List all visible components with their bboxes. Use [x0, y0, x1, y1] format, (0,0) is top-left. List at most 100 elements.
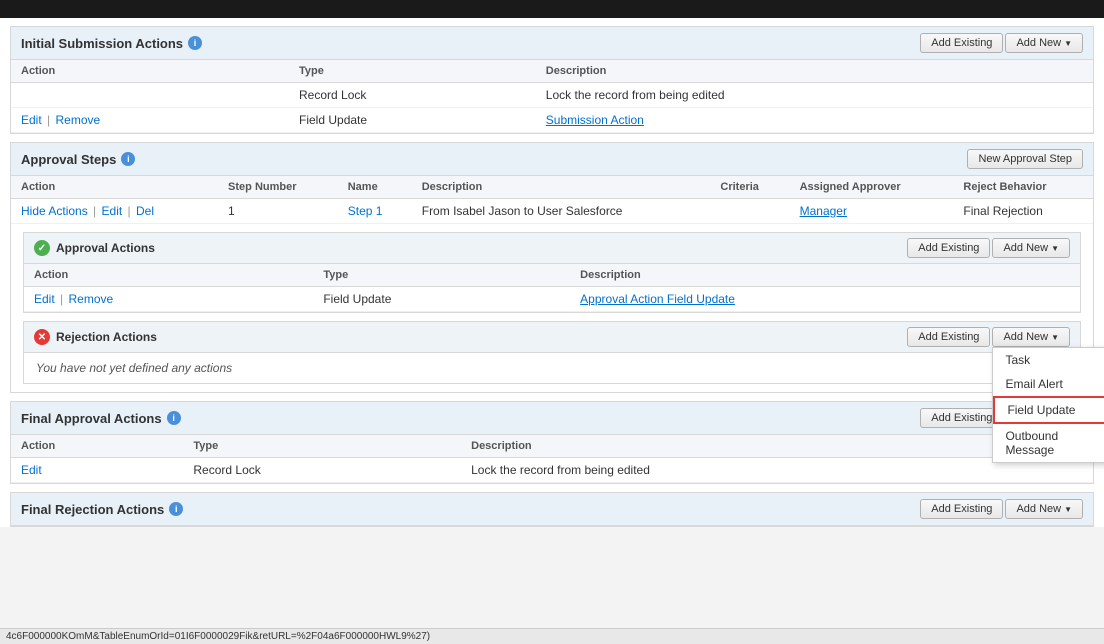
rejection-add-new-dropdown-menu: Task Email Alert Field Update Outbound M… [992, 347, 1104, 463]
edit-link[interactable]: Edit [21, 113, 42, 127]
rejection-actions-header: ✕ Rejection Actions Add Existing Add New… [24, 322, 1080, 353]
initial-submission-add-new-button[interactable]: Add New ▼ [1005, 33, 1083, 53]
row-action: Edit | Remove [24, 287, 313, 312]
final-rejection-add-new-label: Add New [1016, 503, 1061, 515]
approval-steps-table: Action Step Number Name Description Crit… [11, 176, 1093, 224]
initial-submission-add-existing-button[interactable]: Add Existing [920, 33, 1003, 53]
hide-actions-link[interactable]: Hide Actions [21, 204, 88, 218]
table-row: Record Lock Lock the record from being e… [11, 83, 1093, 108]
rejection-err-icon: ✕ [34, 329, 50, 345]
approval-steps-label: Approval Steps [21, 152, 116, 167]
col-action: Action [11, 176, 218, 199]
col-action: Action [11, 435, 183, 458]
edit-link[interactable]: Edit [21, 463, 42, 477]
col-criteria: Criteria [710, 176, 789, 199]
rejection-actions-subsection: ✕ Rejection Actions Add Existing Add New… [23, 321, 1081, 384]
row-name: Step 1 [338, 199, 412, 224]
separator: | [60, 292, 63, 306]
final-approval-actions-title: Final Approval Actions i [21, 411, 181, 426]
row-description: Lock the record from being edited [536, 83, 1093, 108]
rejection-empty-message: You have not yet defined any actions [24, 353, 1080, 383]
approval-actions-header: ✓ Approval Actions Add Existing Add New … [24, 233, 1080, 264]
manager-link[interactable]: Manager [800, 204, 847, 218]
row-type: Record Lock [183, 458, 461, 483]
remove-link[interactable]: Remove [56, 113, 101, 127]
row-description: Approval Action Field Update [570, 287, 1080, 312]
separator: | [47, 113, 50, 127]
initial-submission-actions-section: Initial Submission Actions i Add Existin… [10, 26, 1094, 134]
row-step-number: 1 [218, 199, 338, 224]
final-rejection-actions-label: Final Rejection Actions [21, 502, 164, 517]
row-type: Record Lock [289, 83, 536, 108]
col-action: Action [24, 264, 313, 287]
status-bar: 4c6F000000KOmM&TableEnumOrId=01I6F000002… [0, 628, 1104, 644]
final-approval-actions-table: Action Type Description Edit Record Lock… [11, 435, 1093, 483]
approval-ok-icon: ✓ [34, 240, 50, 256]
final-approval-actions-header: Final Approval Actions i Add Existing Ad… [11, 402, 1093, 435]
row-action [11, 83, 289, 108]
final-rejection-add-new-arrow: ▼ [1064, 505, 1072, 514]
final-approval-info-icon[interactable]: i [167, 411, 181, 425]
del-link[interactable]: Del [136, 204, 154, 218]
rejection-add-existing-button[interactable]: Add Existing [907, 327, 990, 347]
approval-actions-subsection: ✓ Approval Actions Add Existing Add New … [23, 232, 1081, 313]
submission-action-link[interactable]: Submission Action [546, 113, 644, 127]
approval-add-new-label: Add New [1003, 242, 1048, 254]
initial-submission-info-icon[interactable]: i [188, 36, 202, 50]
row-assigned-approver: Manager [790, 199, 954, 224]
initial-submission-actions-title: Initial Submission Actions i [21, 36, 202, 51]
step-name-link[interactable]: Step 1 [348, 204, 383, 218]
approval-add-new-arrow: ▼ [1051, 244, 1059, 253]
final-rejection-actions-buttons: Add Existing Add New ▼ [920, 499, 1083, 519]
dropdown-item-field-update[interactable]: Field Update [993, 396, 1104, 424]
col-type: Type [313, 264, 570, 287]
dropdown-item-task[interactable]: Task [993, 348, 1104, 372]
dropdown-item-outbound-message[interactable]: Outbound Message [993, 424, 1104, 462]
approval-steps-section: Approval Steps i New Approval Step Actio… [10, 142, 1094, 393]
table-row: Hide Actions | Edit | Del 1 Step 1 From … [11, 199, 1093, 224]
row-action: Edit [11, 458, 183, 483]
initial-submission-actions-buttons: Add Existing Add New ▼ [920, 33, 1083, 53]
col-step-number: Step Number [218, 176, 338, 199]
row-type: Field Update [313, 287, 570, 312]
col-action: Action [11, 60, 289, 83]
status-bar-url: 4c6F000000KOmM&TableEnumOrId=01I6F000002… [6, 631, 430, 642]
initial-submission-actions-table: Action Type Description Record Lock Lock… [11, 60, 1093, 133]
approval-add-existing-button[interactable]: Add Existing [907, 238, 990, 258]
col-description: Description [570, 264, 1080, 287]
final-rejection-info-icon[interactable]: i [169, 502, 183, 516]
final-rejection-actions-title: Final Rejection Actions i [21, 502, 183, 517]
row-action: Hide Actions | Edit | Del [11, 199, 218, 224]
approval-actions-table: Action Type Description Edit | Remove Fi… [24, 264, 1080, 312]
col-type: Type [183, 435, 461, 458]
final-rejection-add-new-button[interactable]: Add New ▼ [1005, 499, 1083, 519]
row-type: Field Update [289, 108, 536, 133]
approval-add-new-button[interactable]: Add New ▼ [992, 238, 1070, 258]
final-approval-actions-section: Final Approval Actions i Add Existing Ad… [10, 401, 1094, 484]
final-rejection-add-existing-button[interactable]: Add Existing [920, 499, 1003, 519]
approval-actions-label: Approval Actions [56, 241, 155, 255]
initial-submission-add-new-arrow: ▼ [1064, 39, 1072, 48]
initial-submission-actions-header: Initial Submission Actions i Add Existin… [11, 27, 1093, 60]
table-row: Edit | Remove Field Update Approval Acti… [24, 287, 1080, 312]
edit-link[interactable]: Edit [34, 292, 55, 306]
table-row: Edit Record Lock Lock the record from be… [11, 458, 1093, 483]
row-description: From Isabel Jason to User Salesforce [412, 199, 711, 224]
initial-submission-actions-label: Initial Submission Actions [21, 36, 183, 51]
approval-actions-buttons: Add Existing Add New ▼ [907, 238, 1070, 258]
remove-link[interactable]: Remove [69, 292, 114, 306]
table-row: Edit | Remove Field Update Submission Ac… [11, 108, 1093, 133]
row-criteria [710, 199, 789, 224]
col-name: Name [338, 176, 412, 199]
rejection-add-new-dropdown-container: Add New ▼ Task Email Alert Field Update … [992, 327, 1070, 347]
rejection-add-new-arrow: ▼ [1051, 333, 1059, 342]
rejection-add-new-label: Add New [1003, 331, 1048, 343]
edit-link[interactable]: Edit [102, 204, 123, 218]
approval-steps-info-icon[interactable]: i [121, 152, 135, 166]
rejection-add-new-button[interactable]: Add New ▼ [992, 327, 1070, 347]
final-approval-add-existing-button[interactable]: Add Existing [920, 408, 1003, 428]
new-approval-step-button[interactable]: New Approval Step [967, 149, 1083, 169]
approval-action-field-update-link[interactable]: Approval Action Field Update [580, 292, 735, 306]
approval-actions-title: ✓ Approval Actions [34, 240, 155, 256]
dropdown-item-email-alert[interactable]: Email Alert [993, 372, 1104, 396]
